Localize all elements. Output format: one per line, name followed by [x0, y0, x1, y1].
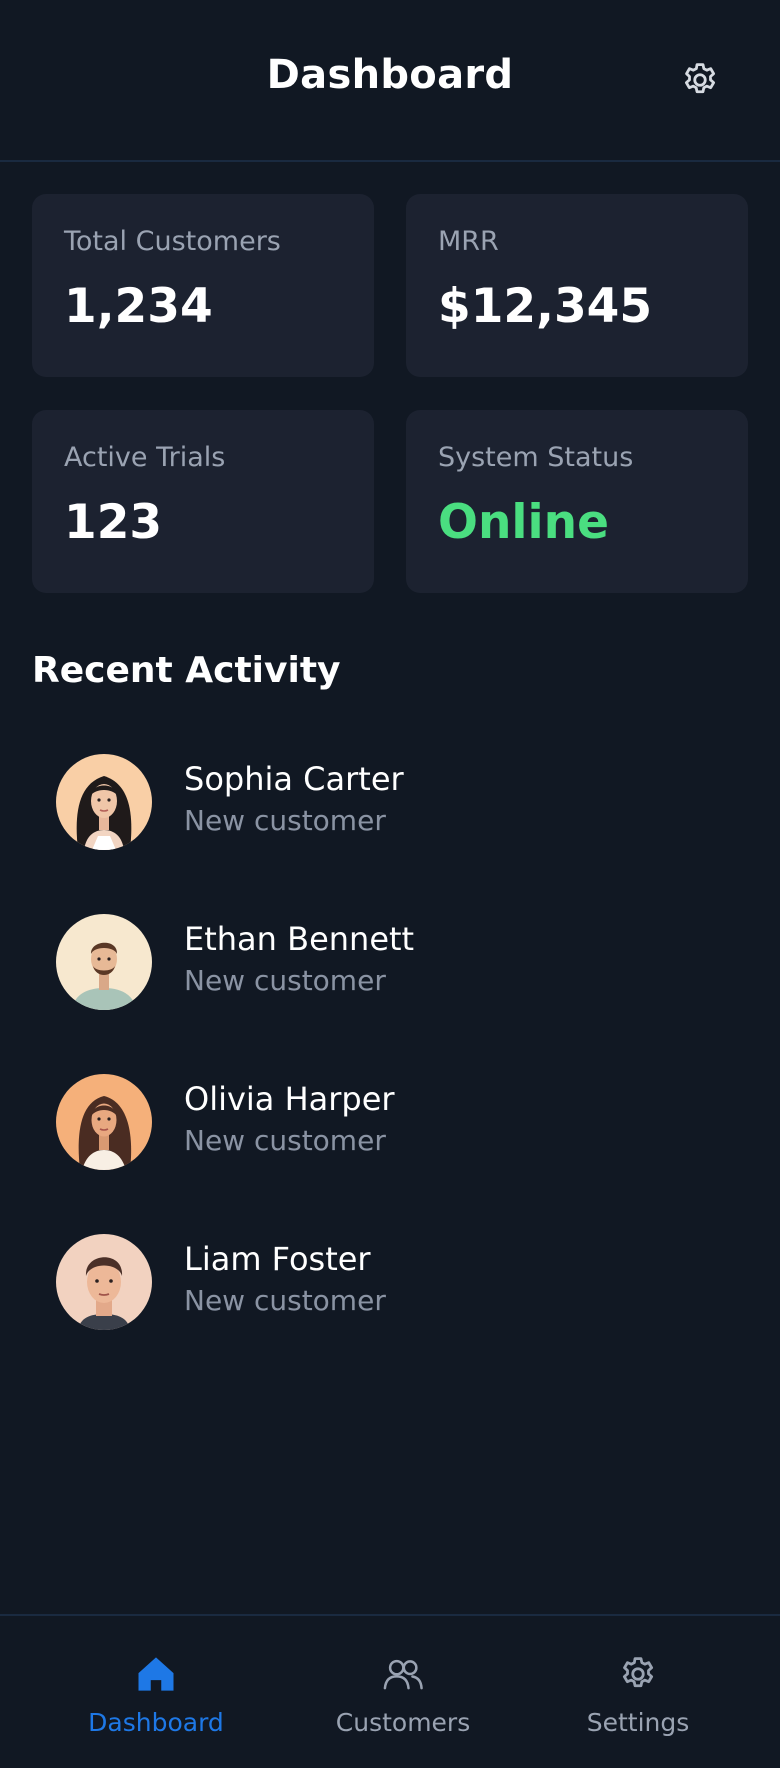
- stat-label: System Status: [438, 442, 634, 473]
- stat-label: MRR: [438, 226, 499, 257]
- avatar: [56, 754, 152, 850]
- status-value: Online: [438, 495, 609, 550]
- recent-activity-title: Recent Activity: [32, 650, 341, 691]
- stat-card-system-status: System Status Online: [406, 410, 748, 593]
- activity-name: Ethan Bennett: [184, 920, 415, 958]
- activity-subtitle: New customer: [184, 1124, 386, 1158]
- avatar: [56, 1234, 152, 1330]
- home-icon: [138, 1657, 174, 1691]
- nav-label: Dashboard: [88, 1708, 224, 1737]
- page-title: Dashboard: [266, 52, 514, 98]
- activity-name: Olivia Harper: [184, 1080, 395, 1118]
- app-header: Dashboard: [0, 0, 780, 162]
- gear-icon: [684, 63, 716, 94]
- nav-item-customers[interactable]: Customers: [310, 1616, 496, 1768]
- stat-value: 123: [64, 495, 163, 550]
- nav-label: Customers: [335, 1708, 471, 1737]
- stat-value: 1,234: [64, 279, 213, 334]
- activity-item[interactable]: Liam Foster New customer: [56, 1234, 736, 1394]
- gear-icon: [622, 1657, 654, 1688]
- activity-name: Liam Foster: [184, 1240, 371, 1278]
- activity-list: Sophia Carter New customer Ethan Bennett…: [56, 754, 736, 1394]
- stat-label: Active Trials: [64, 442, 226, 473]
- activity-subtitle: New customer: [184, 1284, 386, 1318]
- users-icon: [383, 1659, 423, 1690]
- nav-item-settings[interactable]: Settings: [550, 1616, 726, 1768]
- stat-card-mrr: MRR $12,345: [406, 194, 748, 377]
- activity-subtitle: New customer: [184, 804, 386, 838]
- activity-subtitle: New customer: [184, 964, 386, 998]
- stat-card-active-trials: Active Trials 123: [32, 410, 374, 593]
- avatar: [56, 914, 152, 1010]
- activity-item[interactable]: Ethan Bennett New customer: [56, 914, 736, 1074]
- nav-label: Settings: [586, 1708, 690, 1737]
- activity-item[interactable]: Sophia Carter New customer: [56, 754, 736, 914]
- stat-label: Total Customers: [64, 226, 281, 257]
- avatar: [56, 1074, 152, 1170]
- settings-button[interactable]: [676, 56, 724, 104]
- nav-item-dashboard[interactable]: Dashboard: [60, 1616, 252, 1768]
- stat-card-total-customers: Total Customers 1,234: [32, 194, 374, 377]
- stats-grid: Total Customers 1,234 MRR $12,345 Active…: [32, 194, 748, 593]
- bottom-nav: Dashboard Customers Settings: [0, 1614, 780, 1768]
- activity-name: Sophia Carter: [184, 760, 404, 798]
- activity-item[interactable]: Olivia Harper New customer: [56, 1074, 736, 1234]
- stat-value: $12,345: [438, 279, 653, 334]
